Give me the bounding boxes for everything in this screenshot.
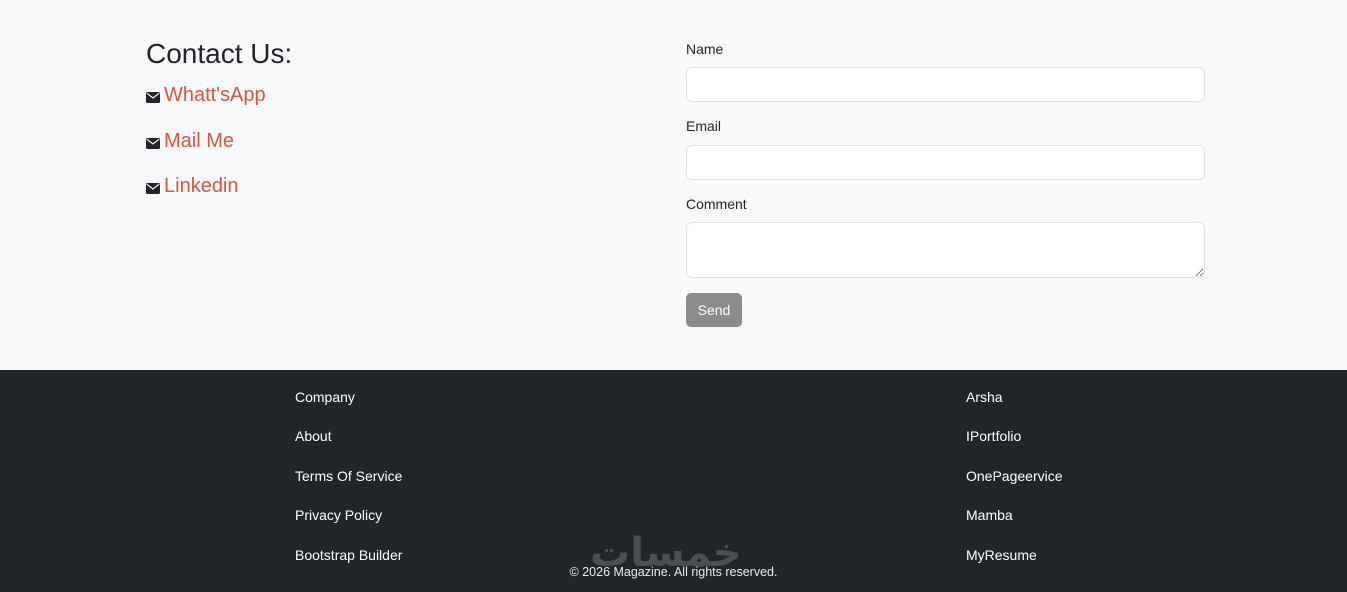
envelope-icon [146, 183, 160, 194]
mail-me-link-label: Mail Me [164, 130, 235, 152]
linkedin-link[interactable]: Linkedin [146, 175, 239, 198]
footer: Company About Terms Of Service Privacy P… [0, 370, 1347, 592]
envelope-icon [146, 138, 160, 149]
footer-link-myresume[interactable]: MyResume [966, 547, 1037, 563]
footer-link-bootstrap-builder[interactable]: Bootstrap Builder [295, 547, 402, 563]
name-input[interactable] [686, 67, 1205, 102]
mail-me-link[interactable]: Mail Me [146, 130, 234, 153]
contact-title: Contact Us: [146, 38, 293, 69]
footer-link-terms[interactable]: Terms Of Service [295, 468, 402, 484]
comment-textarea[interactable] [686, 222, 1205, 278]
email-label: Email [686, 118, 722, 134]
footer-link-about[interactable]: About [295, 428, 332, 444]
whatsapp-link[interactable]: Whatt'sApp [146, 84, 266, 107]
contact-section: Contact Us: Whatt'sApp Mail Me Linkedin … [0, 0, 1347, 370]
email-input[interactable] [686, 145, 1205, 180]
linkedin-link-label: Linkedin [164, 175, 239, 197]
whatsapp-link-label: Whatt'sApp [164, 84, 266, 106]
footer-link-privacy[interactable]: Privacy Policy [295, 507, 382, 523]
send-button[interactable]: Send [686, 293, 742, 327]
envelope-icon [146, 92, 160, 103]
footer-link-company[interactable]: Company [295, 389, 355, 405]
footer-link-onepageervice[interactable]: OnePageervice [966, 468, 1063, 484]
footer-link-iportfolio[interactable]: IPortfolio [966, 428, 1021, 444]
comment-label: Comment [686, 196, 747, 212]
footer-link-arsha[interactable]: Arsha [966, 389, 1003, 405]
copyright-text: © 2026 Magazine. All rights reserved. [569, 565, 778, 579]
name-label: Name [686, 41, 724, 57]
footer-link-mamba[interactable]: Mamba [966, 507, 1013, 523]
